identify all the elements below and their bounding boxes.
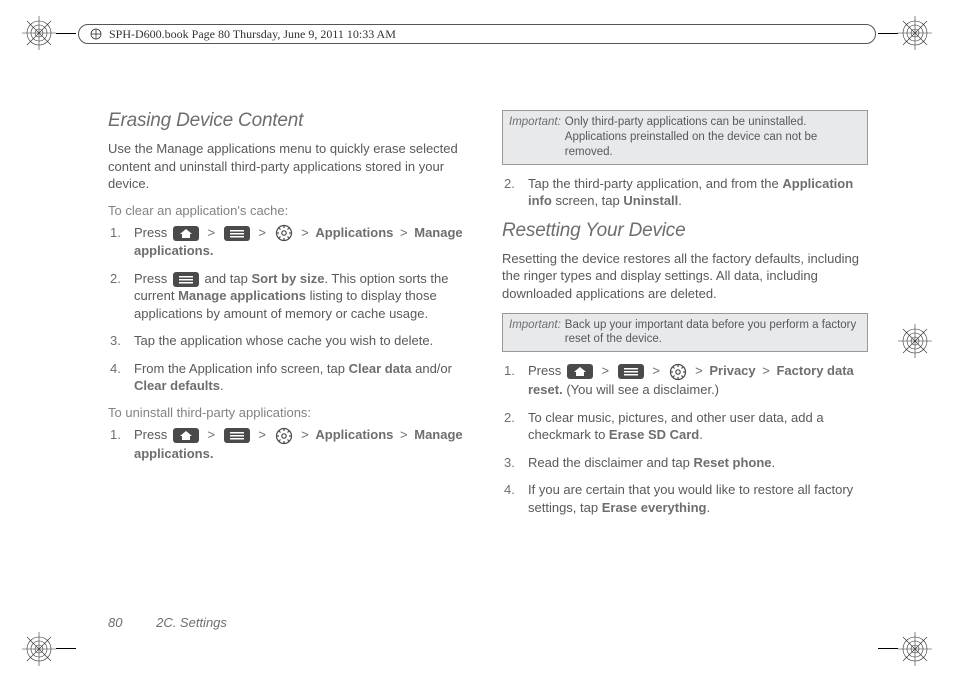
step: Tap the third-party application, and fro… xyxy=(524,175,868,210)
registration-mark-icon xyxy=(22,16,56,50)
home-icon xyxy=(173,226,199,241)
settings-gear-icon xyxy=(669,363,687,381)
step: Press > > > Privacy > Factory data reset… xyxy=(524,362,868,398)
page-body: Erasing Device Content Use the Manage ap… xyxy=(108,110,868,612)
step: Read the disclaimer and tap Reset phone. xyxy=(524,454,868,472)
subhead-clear-cache: To clear an application's cache: xyxy=(108,203,474,218)
page-footer: 80 2C. Settings xyxy=(108,615,227,630)
registration-mark-icon xyxy=(22,632,56,666)
page-number: 80 xyxy=(108,615,122,630)
important-note: Important: Back up your important data b… xyxy=(502,313,868,353)
intro-resetting: Resetting the device restores all the fa… xyxy=(502,250,868,303)
step: To clear music, pictures, and other user… xyxy=(524,409,868,444)
menu-icon xyxy=(224,428,250,443)
step: Tap the application whose cache you wish… xyxy=(130,332,474,350)
home-icon xyxy=(567,364,593,379)
home-icon xyxy=(173,428,199,443)
settings-gear-icon xyxy=(275,224,293,242)
step: If you are certain that you would like t… xyxy=(524,481,868,516)
registration-mark-icon xyxy=(898,16,932,50)
subhead-uninstall: To uninstall third-party applications: xyxy=(108,405,474,420)
registration-mark-icon xyxy=(898,632,932,666)
step: Press and tap Sort by size. This option … xyxy=(130,270,474,323)
menu-icon xyxy=(173,272,199,287)
steps-reset: Press > > > Privacy > Factory data reset… xyxy=(502,362,868,516)
steps-uninstall: Press > > > Applications > Manage applic… xyxy=(108,426,474,462)
heading-erasing: Erasing Device Content xyxy=(108,110,474,132)
steps-uninstall-cont: Tap the third-party application, and fro… xyxy=(502,175,868,210)
settings-gear-icon xyxy=(275,427,293,445)
left-column: Erasing Device Content Use the Manage ap… xyxy=(108,110,474,612)
menu-icon xyxy=(618,364,644,379)
step: From the Application info screen, tap Cl… xyxy=(130,360,474,395)
crop-line xyxy=(56,33,76,34)
steps-clear-cache: Press > > > Applications > Manage applic… xyxy=(108,224,474,395)
intro-erasing: Use the Manage applications menu to quic… xyxy=(108,140,474,193)
header-meta-text: SPH-D600.book Page 80 Thursday, June 9, … xyxy=(109,27,396,42)
crop-line xyxy=(878,648,898,649)
menu-icon xyxy=(224,226,250,241)
section-label: 2C. Settings xyxy=(156,615,227,630)
heading-resetting: Resetting Your Device xyxy=(502,220,868,242)
step: Press > > > Applications > Manage applic… xyxy=(130,224,474,260)
header-meta: SPH-D600.book Page 80 Thursday, June 9, … xyxy=(78,24,876,44)
crop-line xyxy=(878,33,898,34)
registration-mark-icon xyxy=(898,324,932,358)
right-column: Important: Only third-party applications… xyxy=(502,110,868,612)
book-icon xyxy=(89,27,103,41)
crop-line xyxy=(56,648,76,649)
step: Press > > > Applications > Manage applic… xyxy=(130,426,474,462)
important-note: Important: Only third-party applications… xyxy=(502,110,868,165)
